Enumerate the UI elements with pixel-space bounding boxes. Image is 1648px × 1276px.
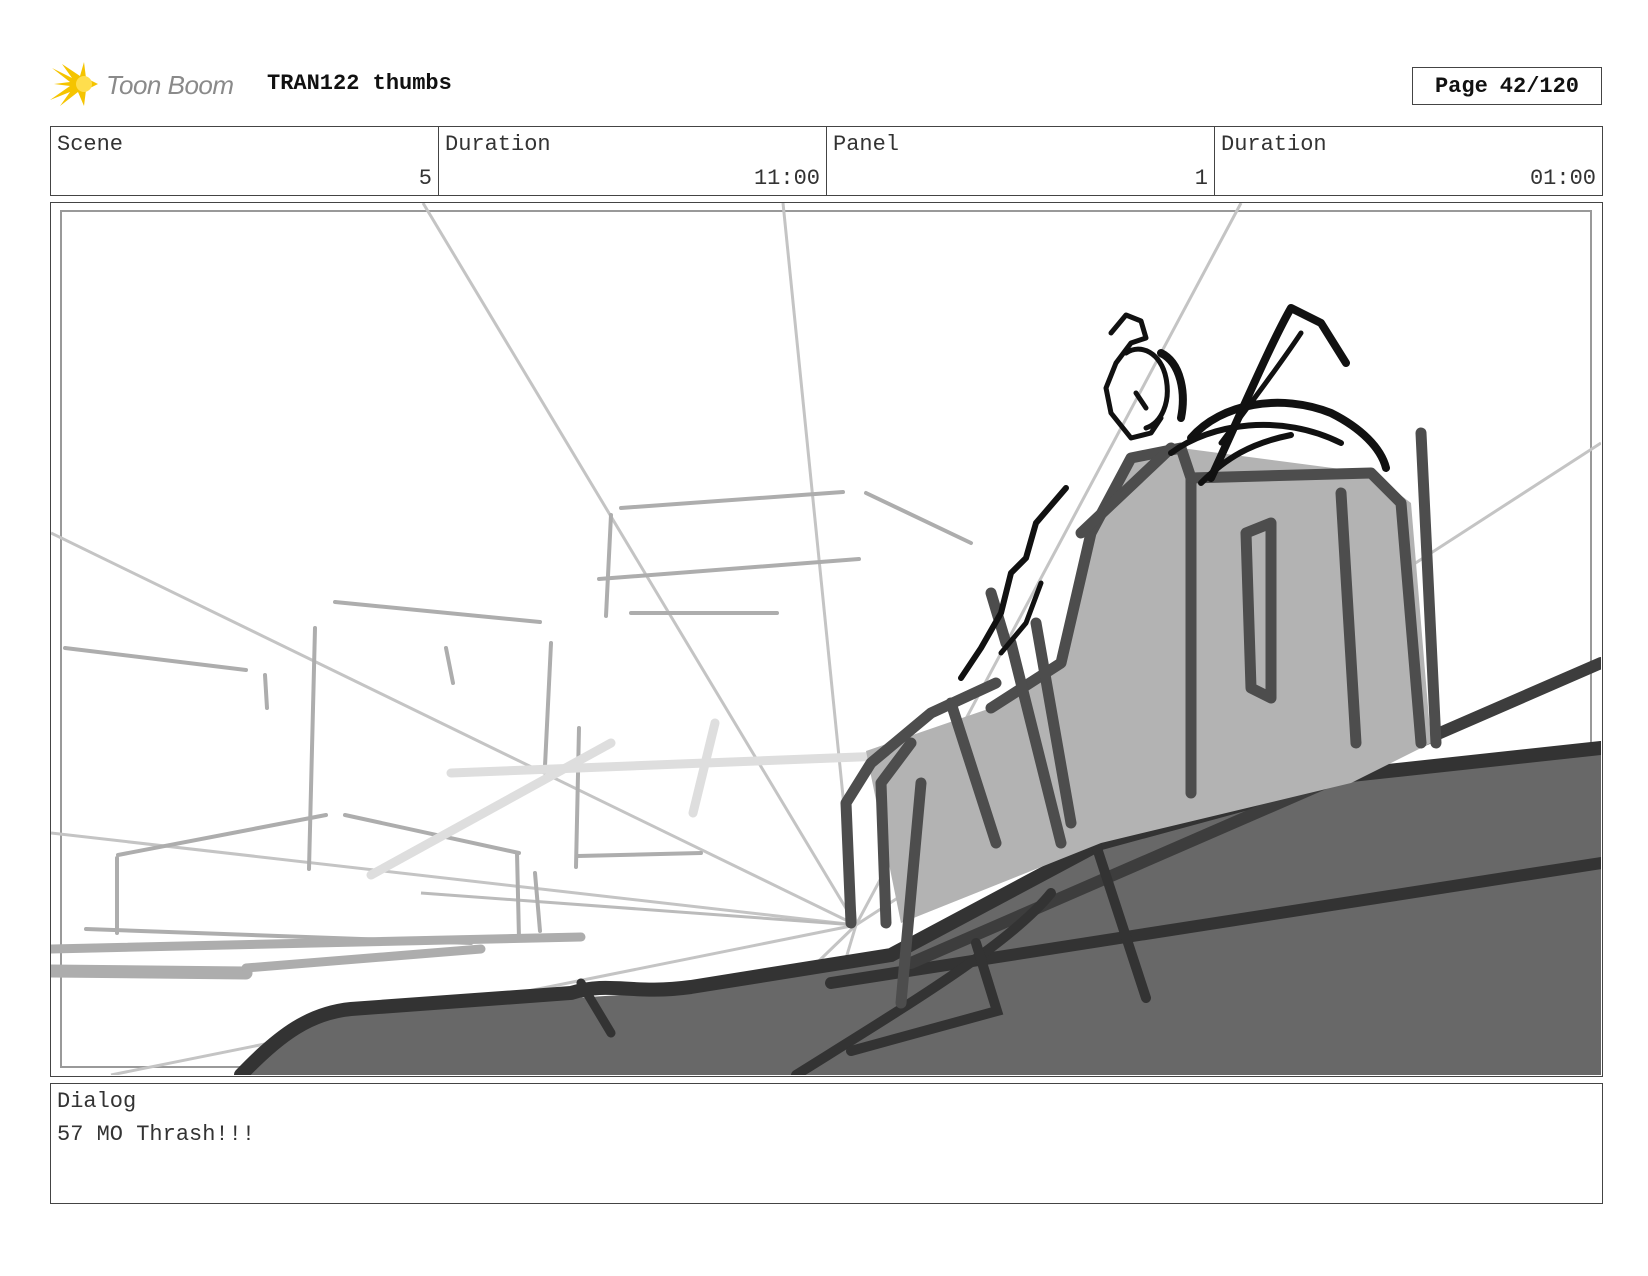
dialog-box: Dialog 57 MO Thrash!!! xyxy=(50,1083,1603,1204)
panel-duration-value: 01:00 xyxy=(1529,166,1596,191)
page-indicator: Page 42/120 xyxy=(1412,67,1602,105)
logo-text: Toon Boom xyxy=(106,69,234,100)
panel-duration-label: Duration xyxy=(1221,132,1327,157)
dialog-text: 57 MO Thrash!!! xyxy=(57,1122,256,1147)
storyboard-sketch xyxy=(51,203,1601,1075)
storyboard-panel xyxy=(50,202,1603,1077)
scene-duration-cell: Duration 11:00 xyxy=(439,127,827,195)
panel-cell: Panel 1 xyxy=(827,127,1215,195)
document-title: TRAN122 thumbs xyxy=(267,71,452,96)
dialog-label: Dialog xyxy=(57,1089,137,1114)
page-label: Page xyxy=(1434,73,1488,99)
panel-value: 1 xyxy=(1194,166,1208,191)
storyboard-header: Toon Boom TRAN122 thumbs Page 42/120 xyxy=(50,58,1602,108)
panel-duration-cell: Duration 01:00 xyxy=(1215,127,1602,195)
panel-info-row: Scene 5 Duration 11:00 Panel 1 Duration … xyxy=(50,126,1603,196)
starburst-icon xyxy=(50,62,98,106)
scene-cell: Scene 5 xyxy=(51,127,439,195)
scene-label: Scene xyxy=(57,132,124,157)
scene-duration-value: 11:00 xyxy=(753,166,820,191)
page-number: 42/120 xyxy=(1499,73,1580,99)
scene-value: 5 xyxy=(418,166,432,191)
panel-label: Panel xyxy=(833,132,900,157)
scene-duration-label: Duration xyxy=(445,132,551,157)
toon-boom-logo: Toon Boom xyxy=(50,62,234,108)
